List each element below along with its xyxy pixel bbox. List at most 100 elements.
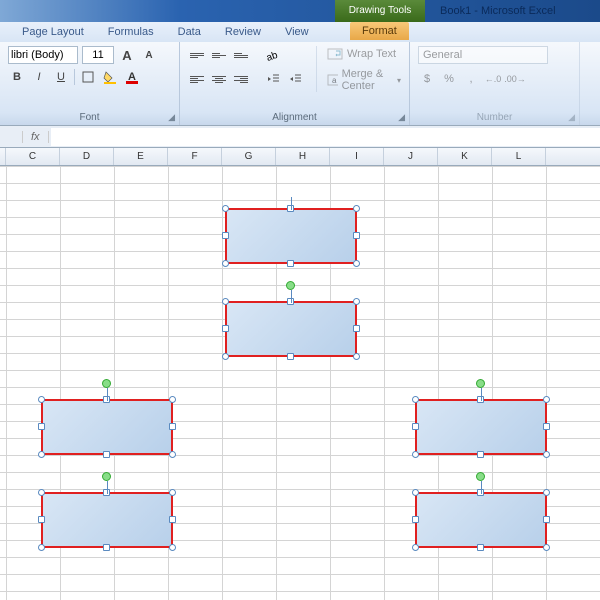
italic-button[interactable]: I: [30, 68, 48, 86]
orientation-button[interactable]: ab: [264, 46, 282, 64]
column-header-J[interactable]: J: [384, 148, 438, 165]
resize-handle-ne[interactable]: [353, 298, 360, 305]
resize-handle-s[interactable]: [477, 544, 484, 551]
resize-handle-nw[interactable]: [222, 205, 229, 212]
tab-formulas[interactable]: Formulas: [96, 26, 166, 38]
rotation-handle[interactable]: [476, 472, 485, 481]
resize-handle-s[interactable]: [477, 451, 484, 458]
rotation-handle[interactable]: [476, 379, 485, 388]
grow-font-button[interactable]: A: [118, 46, 136, 64]
shape-rectangle[interactable]: [41, 492, 173, 548]
resize-handle-e[interactable]: [169, 516, 176, 523]
resize-handle-s[interactable]: [287, 353, 294, 360]
resize-handle-sw[interactable]: [38, 451, 45, 458]
resize-handle-w[interactable]: [38, 516, 45, 523]
resize-handle-w[interactable]: [222, 325, 229, 332]
number-format-combo[interactable]: General: [418, 46, 548, 64]
tab-review[interactable]: Review: [213, 26, 273, 38]
shrink-font-button[interactable]: A: [140, 46, 158, 64]
column-header-I[interactable]: I: [330, 148, 384, 165]
border-button[interactable]: [79, 68, 97, 86]
resize-handle-se[interactable]: [353, 353, 360, 360]
currency-button[interactable]: $: [418, 70, 436, 88]
column-header-G[interactable]: G: [222, 148, 276, 165]
resize-handle-se[interactable]: [353, 260, 360, 267]
resize-handle-ne[interactable]: [169, 396, 176, 403]
decrease-decimal-button[interactable]: .00→: [506, 70, 524, 88]
percent-button[interactable]: %: [440, 70, 458, 88]
align-right-button[interactable]: [232, 70, 250, 88]
formula-input[interactable]: [51, 128, 600, 146]
align-center-button[interactable]: [210, 70, 228, 88]
resize-handle-sw[interactable]: [222, 353, 229, 360]
shape-rectangle[interactable]: [415, 492, 547, 548]
rotation-handle[interactable]: [102, 472, 111, 481]
underline-button[interactable]: U: [52, 68, 70, 86]
font-name-combo[interactable]: [8, 46, 78, 64]
resize-handle-e[interactable]: [543, 423, 550, 430]
resize-handle-nw[interactable]: [38, 396, 45, 403]
resize-handle-w[interactable]: [38, 423, 45, 430]
resize-handle-ne[interactable]: [353, 205, 360, 212]
shape-rectangle[interactable]: [225, 301, 357, 357]
column-header-H[interactable]: H: [276, 148, 330, 165]
align-bottom-button[interactable]: [232, 46, 250, 64]
resize-handle-nw[interactable]: [412, 489, 419, 496]
font-color-button[interactable]: A: [123, 68, 141, 86]
wrap-text-button[interactable]: Wrap Text: [327, 46, 401, 62]
resize-handle-se[interactable]: [169, 451, 176, 458]
resize-handle-e[interactable]: [353, 232, 360, 239]
alignment-dialog-launcher[interactable]: ◢: [398, 112, 405, 123]
rotation-handle[interactable]: [286, 281, 295, 290]
shape-rectangle[interactable]: [225, 208, 357, 264]
resize-handle-e[interactable]: [543, 516, 550, 523]
resize-handle-e[interactable]: [169, 423, 176, 430]
align-top-button[interactable]: [188, 46, 206, 64]
column-header-E[interactable]: E: [114, 148, 168, 165]
tab-view[interactable]: View: [273, 26, 321, 38]
resize-handle-se[interactable]: [543, 544, 550, 551]
resize-handle-s[interactable]: [103, 544, 110, 551]
resize-handle-s[interactable]: [103, 451, 110, 458]
resize-handle-sw[interactable]: [412, 544, 419, 551]
tab-page-layout[interactable]: Page Layout: [10, 26, 96, 38]
worksheet-grid[interactable]: CDEFGHIJKL: [0, 148, 600, 600]
column-header-L[interactable]: L: [492, 148, 546, 165]
resize-handle-nw[interactable]: [412, 396, 419, 403]
increase-decimal-button[interactable]: ←.0: [484, 70, 502, 88]
resize-handle-se[interactable]: [543, 451, 550, 458]
insert-function-button[interactable]: fx: [22, 131, 49, 143]
resize-handle-nw[interactable]: [222, 298, 229, 305]
merge-center-button[interactable]: a Merge & Center ▾: [327, 68, 401, 92]
resize-handle-e[interactable]: [353, 325, 360, 332]
column-header-F[interactable]: F: [168, 148, 222, 165]
resize-handle-sw[interactable]: [222, 260, 229, 267]
decrease-indent-button[interactable]: [264, 70, 282, 88]
column-header-C[interactable]: C: [6, 148, 60, 165]
resize-handle-s[interactable]: [287, 260, 294, 267]
increase-indent-button[interactable]: [286, 70, 304, 88]
column-header-K[interactable]: K: [438, 148, 492, 165]
resize-handle-se[interactable]: [169, 544, 176, 551]
bold-button[interactable]: B: [8, 68, 26, 86]
resize-handle-sw[interactable]: [412, 451, 419, 458]
align-middle-button[interactable]: [210, 46, 228, 64]
align-left-button[interactable]: [188, 70, 206, 88]
font-size-combo[interactable]: [82, 46, 114, 64]
resize-handle-nw[interactable]: [38, 489, 45, 496]
shape-rectangle[interactable]: [41, 399, 173, 455]
tab-data[interactable]: Data: [166, 26, 213, 38]
font-dialog-launcher[interactable]: ◢: [168, 112, 175, 123]
resize-handle-w[interactable]: [222, 232, 229, 239]
comma-button[interactable]: ,: [462, 70, 480, 88]
fill-color-button[interactable]: [101, 68, 119, 86]
number-dialog-launcher[interactable]: ◢: [568, 112, 575, 123]
resize-handle-w[interactable]: [412, 516, 419, 523]
resize-handle-ne[interactable]: [543, 489, 550, 496]
resize-handle-ne[interactable]: [543, 396, 550, 403]
rotation-handle[interactable]: [102, 379, 111, 388]
shape-rectangle[interactable]: [415, 399, 547, 455]
resize-handle-ne[interactable]: [169, 489, 176, 496]
tab-format[interactable]: Format: [350, 22, 409, 40]
resize-handle-w[interactable]: [412, 423, 419, 430]
